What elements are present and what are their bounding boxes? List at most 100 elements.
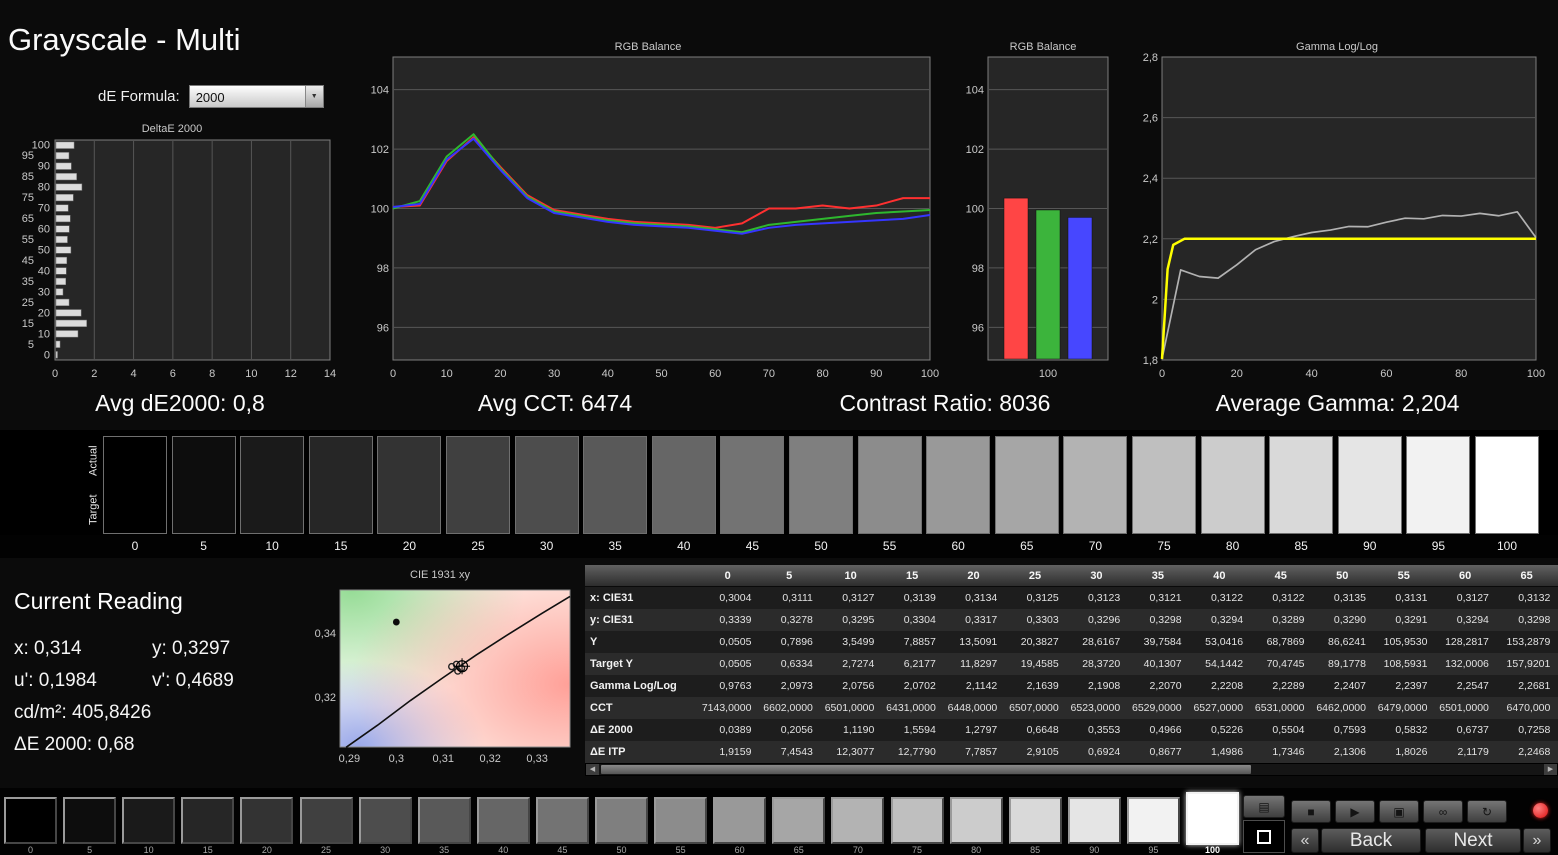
table-cell: 105,9530	[1383, 636, 1428, 648]
back-chevron-button[interactable]: «	[1291, 828, 1319, 853]
pattern-patch-button[interactable]	[772, 797, 826, 844]
swatch-level-label: 90	[1363, 539, 1377, 553]
table-row-label: Y	[590, 636, 598, 648]
page-title: Grayscale - Multi	[8, 22, 241, 57]
svg-text:0,33: 0,33	[526, 753, 547, 765]
pattern-patch-button[interactable]	[358, 797, 412, 844]
stop-button[interactable]: ■	[1291, 800, 1331, 823]
table-cell: 0,3298	[1149, 614, 1182, 626]
pattern-patch-button[interactable]	[1126, 797, 1180, 844]
table-cell: 6470,000	[1506, 702, 1551, 714]
table-row: Y 0,0505 0,7896 3,5499 7,8857 13,5091 20,3827 2…	[585, 631, 1558, 653]
pattern-icon: ▣	[1393, 804, 1405, 819]
table-cell: 0,3127	[1456, 592, 1489, 604]
continuous-measure-button[interactable]: ∞	[1423, 800, 1463, 823]
svg-text:40: 40	[38, 265, 50, 277]
table-cell: 0,3294	[1210, 614, 1244, 626]
pattern-patch-button[interactable]	[713, 797, 767, 844]
pattern-patch-button[interactable]	[476, 797, 530, 844]
table-cell: 0,3134	[965, 592, 998, 604]
scroll-left-icon[interactable]: ◀	[586, 764, 599, 775]
swatch-level-label: 85	[1294, 539, 1308, 553]
swatch-target	[1270, 485, 1333, 533]
pattern-patch-button[interactable]	[122, 797, 176, 844]
stop-icon: ■	[1307, 804, 1315, 819]
table-cell: 0,3132	[1518, 592, 1551, 604]
table-cell: 6501,0000	[1439, 702, 1489, 714]
next-button[interactable]: Next	[1425, 828, 1521, 853]
swatch-level-label: 50	[814, 539, 828, 553]
rgb-balance-line-chart: RGB Balance 96 98 100 102 104 0 10 20 30 40 50 60 70 8…	[370, 36, 940, 389]
next-chevron-button[interactable]: »	[1523, 828, 1551, 853]
pattern-patch-button[interactable]	[949, 797, 1003, 844]
reading-y: y: 0,3297	[152, 638, 231, 659]
pattern-patch-button[interactable]	[1067, 797, 1121, 844]
svg-text:80: 80	[1455, 368, 1467, 380]
swatch-target	[172, 485, 235, 533]
table-cell: 6602,0000	[763, 702, 813, 714]
patch-level-label: 80	[971, 845, 982, 855]
patch-level-label: 15	[202, 845, 213, 855]
pattern-mode-button[interactable]: ▣	[1379, 800, 1419, 823]
patch-level-label: 30	[380, 845, 391, 855]
pattern-patch-button[interactable]	[417, 797, 471, 844]
refresh-icon: ↻	[1481, 804, 1493, 819]
svg-text:8: 8	[209, 368, 215, 378]
svg-text:RGB Balance: RGB Balance	[1010, 41, 1077, 53]
back-button[interactable]: Back	[1321, 828, 1421, 853]
avg-de-summary: Avg dE2000: 0,8	[95, 390, 265, 416]
pattern-patch-button[interactable]	[654, 797, 708, 844]
svg-text:45: 45	[22, 255, 34, 267]
gamma-chart: Gamma Log/Log 1,8 2 2,2 2,4 2,6 2,8 0 20 40 60 80 10…	[1125, 36, 1558, 389]
pattern-patch-button[interactable]	[240, 797, 294, 844]
pattern-patch-button[interactable]	[831, 797, 885, 844]
pattern-patch-button[interactable]	[595, 797, 648, 844]
pattern-patch-button[interactable]	[1008, 797, 1062, 844]
pattern-patch-button[interactable]	[1186, 792, 1239, 845]
pattern-patch-button[interactable]	[4, 797, 57, 844]
swatch-level-label: 80	[1225, 539, 1240, 553]
swatch-level-label: 45	[745, 539, 760, 553]
de-formula-select[interactable]: 2000 ▼	[188, 85, 324, 108]
table-cell: 6523,0000	[1070, 702, 1121, 714]
swatch-target	[104, 485, 166, 533]
table-header-cell: 65	[1520, 570, 1533, 582]
scrollbar-thumb[interactable]	[601, 765, 1251, 774]
pattern-window-button[interactable]	[1243, 820, 1285, 853]
chevron-left-icon: «	[1300, 831, 1310, 849]
table-row-label: Target Y	[590, 658, 633, 670]
svg-text:4: 4	[131, 368, 137, 378]
table-cell: 2,0756	[842, 680, 875, 692]
reading-de2000: ΔE 2000: 0,68	[14, 734, 135, 755]
swatch-cells	[0, 436, 1558, 534]
table-row: Target Y 0,0505 0,6334 2,7274 6,2177 11,8297 1…	[585, 653, 1558, 675]
pattern-options-button[interactable]: ▤	[1243, 795, 1285, 818]
pattern-patch-button[interactable]	[535, 797, 589, 844]
table-scrollbar[interactable]: ◀ ▶	[585, 763, 1558, 776]
patch-level-label: 20	[261, 845, 272, 855]
pattern-patch-button[interactable]	[299, 797, 353, 844]
swatch-actual	[652, 437, 715, 485]
table-cell: 0,5504	[1272, 724, 1305, 736]
svg-text:98: 98	[972, 263, 984, 275]
pattern-patch-button[interactable]	[63, 797, 117, 844]
table-cell: 0,3296	[1088, 614, 1121, 626]
table-cell: 6531,0000	[1254, 702, 1305, 714]
pattern-patch-button[interactable]	[890, 797, 944, 844]
swatch-target	[1133, 485, 1195, 533]
table-cell: 1,8026	[1395, 746, 1428, 758]
table-cell: 0,0389	[719, 724, 752, 736]
pattern-patch-button[interactable]	[181, 797, 235, 844]
refresh-button[interactable]: ↻	[1467, 800, 1507, 823]
svg-text:100: 100	[966, 204, 984, 216]
play-button[interactable]: ▶	[1335, 800, 1375, 823]
grayscale-swatch	[651, 436, 716, 534]
chevron-down-icon: ▼	[304, 86, 323, 107]
svg-text:2,6: 2,6	[1143, 113, 1158, 125]
table-cell: 2,7274	[842, 658, 875, 670]
table-row-label: ΔE 2000	[590, 724, 633, 736]
svg-text:0,29: 0,29	[339, 753, 360, 765]
scroll-right-icon[interactable]: ▶	[1544, 764, 1557, 775]
patch-level-label: 45	[557, 845, 568, 855]
table-cell: 19,4585	[1020, 658, 1059, 670]
